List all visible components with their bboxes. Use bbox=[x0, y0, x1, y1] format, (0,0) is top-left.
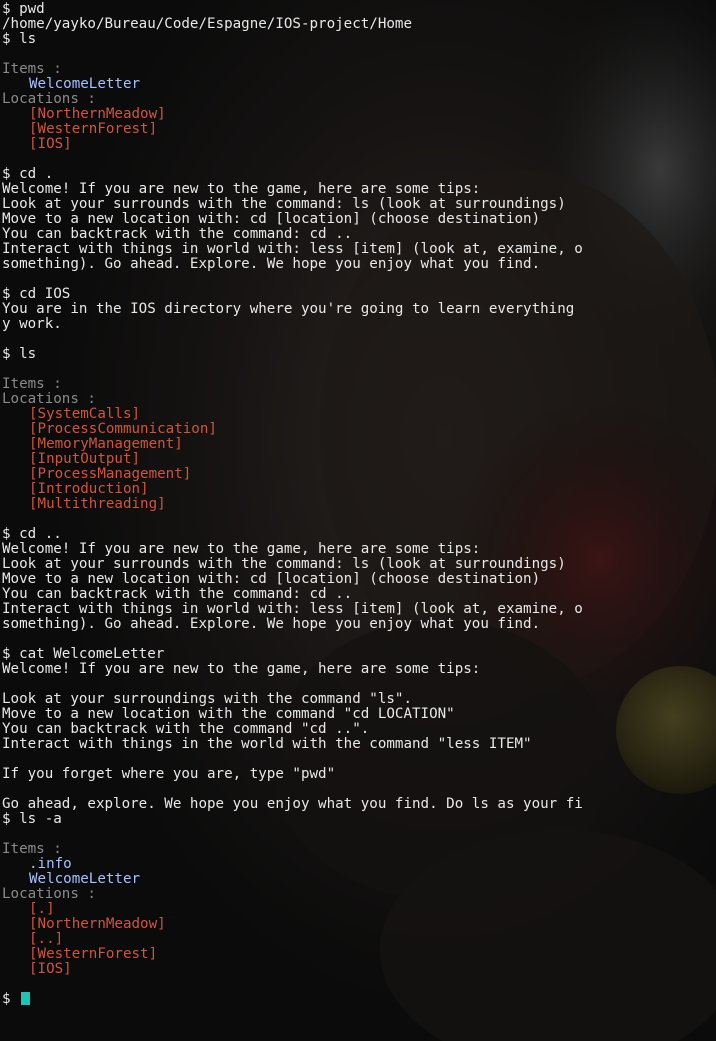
output-line: $ cat WelcomeLetter bbox=[2, 646, 165, 662]
location-entry: [ProcessCommunication] bbox=[29, 421, 217, 437]
item-entry: WelcomeLetter bbox=[29, 76, 141, 92]
text-cursor bbox=[21, 992, 31, 1005]
section-label: Locations : bbox=[2, 391, 96, 407]
output-line: $ ls bbox=[2, 346, 37, 362]
location-entry: [MemoryManagement] bbox=[29, 436, 183, 452]
output-line: Interact with things in world with: less… bbox=[2, 601, 583, 617]
location-entry: [IOS] bbox=[29, 136, 72, 152]
section-label: Items : bbox=[2, 841, 62, 857]
location-entry: [InputOutput] bbox=[29, 451, 141, 467]
output-line: Welcome! If you are new to the game, her… bbox=[2, 661, 481, 677]
terminal-window[interactable]: $ pwd/home/yayko/Bureau/Code/Espagne/IOS… bbox=[0, 0, 716, 1041]
location-entry: [SystemCalls] bbox=[29, 406, 141, 422]
output-line: Move to a new location with: cd [locatio… bbox=[2, 211, 541, 227]
output-line: $ cd IOS bbox=[2, 286, 71, 302]
location-entry: [IOS] bbox=[29, 961, 72, 977]
section-label: Items : bbox=[2, 61, 62, 77]
output-line: Welcome! If you are new to the game, her… bbox=[2, 181, 481, 197]
output-line: $ ls bbox=[2, 31, 37, 47]
output-line: $ ls -a bbox=[2, 811, 62, 827]
output-line: Look at your surrounds with the command:… bbox=[2, 196, 566, 212]
output-line: something). Go ahead. Explore. We hope y… bbox=[2, 256, 541, 272]
section-label: Locations : bbox=[2, 91, 96, 107]
location-entry: [Introduction] bbox=[29, 481, 149, 497]
output-line: Look at your surrounds with the command:… bbox=[2, 556, 566, 572]
output-line: Look at your surroundings with the comma… bbox=[2, 691, 412, 707]
terminal-output: $ pwd/home/yayko/Bureau/Code/Espagne/IOS… bbox=[2, 2, 583, 1007]
output-line: You can backtrack with the command "cd .… bbox=[2, 721, 370, 737]
output-line: Welcome! If you are new to the game, her… bbox=[2, 541, 481, 557]
output-line: Move to a new location with: cd [locatio… bbox=[2, 571, 541, 587]
output-line: Move to a new location with the command … bbox=[2, 706, 455, 722]
output-line: $ pwd bbox=[2, 1, 45, 17]
location-entry: [..] bbox=[29, 931, 64, 947]
output-line: Go ahead, explore. We hope you enjoy wha… bbox=[2, 796, 583, 812]
output-line: something). Go ahead. Explore. We hope y… bbox=[2, 616, 541, 632]
location-entry: [ProcessManagement] bbox=[29, 466, 192, 482]
prompt-symbol: $ bbox=[2, 991, 20, 1007]
location-entry: [.] bbox=[29, 901, 55, 917]
section-label: Items : bbox=[2, 376, 62, 392]
output-line: y work. bbox=[2, 316, 62, 332]
item-entry: .info bbox=[29, 856, 72, 872]
command-prompt-line[interactable]: $ bbox=[2, 992, 583, 1007]
output-line: You can backtrack with the command: cd .… bbox=[2, 586, 353, 602]
output-line: $ cd . bbox=[2, 166, 54, 182]
output-line: Interact with things in world with: less… bbox=[2, 241, 583, 257]
output-line: You can backtrack with the command: cd .… bbox=[2, 226, 353, 242]
item-entry: WelcomeLetter bbox=[29, 871, 141, 887]
output-line: You are in the IOS directory where you'r… bbox=[2, 301, 575, 317]
location-entry: [NorthernMeadow] bbox=[29, 916, 166, 932]
location-entry: [WesternForest] bbox=[29, 946, 158, 962]
output-line: If you forget where you are, type "pwd" bbox=[2, 766, 336, 782]
output-line: /home/yayko/Bureau/Code/Espagne/IOS-proj… bbox=[2, 16, 412, 32]
output-line: $ cd .. bbox=[2, 526, 62, 542]
location-entry: [NorthernMeadow] bbox=[29, 106, 166, 122]
location-entry: [Multithreading] bbox=[29, 496, 166, 512]
section-label: Locations : bbox=[2, 886, 96, 902]
location-entry: [WesternForest] bbox=[29, 121, 158, 137]
output-line: Interact with things in the world with t… bbox=[2, 736, 532, 752]
